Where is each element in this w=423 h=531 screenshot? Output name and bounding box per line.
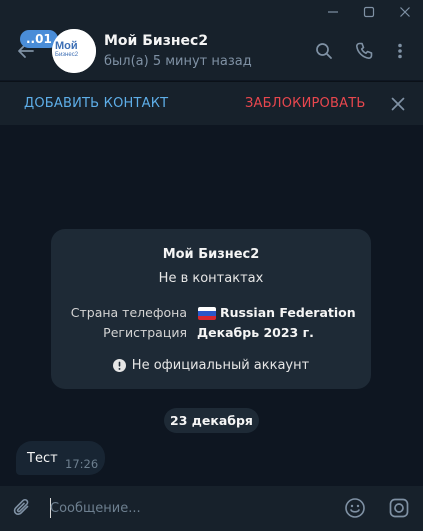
card-subtitle: Не в контактах (158, 271, 264, 286)
date-separator: 23 декабря (164, 408, 259, 433)
unofficial-note: Не официальный аккаунт (51, 358, 371, 376)
close-icon[interactable] (397, 4, 413, 20)
more-vertical-icon[interactable] (390, 41, 410, 61)
russia-flag-icon (198, 307, 216, 320)
card-title: Мой Бизнес2 (162, 247, 260, 262)
phone-country-value: Russian Federation (220, 305, 356, 320)
search-icon[interactable] (314, 41, 334, 61)
avatar[interactable]: Мой Бизнес2 (52, 29, 96, 73)
phone-icon[interactable] (354, 41, 374, 61)
chat-header: ..01 Мой Бизнес2 Мой Бизнес2 был(а) 5 ми… (0, 24, 423, 80)
block-user-button[interactable]: ЗАБЛОКИРОВАТЬ (245, 96, 365, 111)
emoji-icon[interactable] (344, 497, 366, 519)
registration-label: Регистрация (103, 325, 187, 340)
message-bubble[interactable]: Тест 17:26 (16, 441, 105, 475)
message-time: 17:26 (65, 457, 99, 471)
window-titlebar (0, 0, 423, 24)
exclamation-circle-icon (112, 359, 126, 376)
camera-icon[interactable] (388, 497, 410, 519)
message-input[interactable] (50, 496, 330, 520)
paperclip-icon[interactable] (12, 497, 34, 519)
maximize-icon[interactable] (361, 4, 377, 20)
close-icon[interactable] (390, 96, 406, 112)
contact-info-card: Мой Бизнес2 Не в контактах Страна телефо… (51, 229, 371, 389)
message-text: Тест (27, 451, 58, 466)
svg-text:Мой: Мой (55, 40, 78, 52)
chat-status: был(а) 5 минут назад (104, 54, 252, 69)
registration-value: Декабрь 2023 г. (197, 325, 314, 340)
contact-action-bar: ДОБАВИТЬ КОНТАКТ ЗАБЛОКИРОВАТЬ (0, 81, 423, 125)
svg-text:Бизнес2: Бизнес2 (55, 52, 79, 58)
message-composer (0, 486, 423, 531)
chat-title[interactable]: Мой Бизнес2 (104, 33, 208, 49)
add-contact-button[interactable]: ДОБАВИТЬ КОНТАКТ (24, 96, 168, 111)
minimize-icon[interactable] (325, 4, 341, 20)
unofficial-note-text: Не официальный аккаунт (131, 358, 310, 373)
phone-country-label: Страна телефона (70, 305, 187, 320)
